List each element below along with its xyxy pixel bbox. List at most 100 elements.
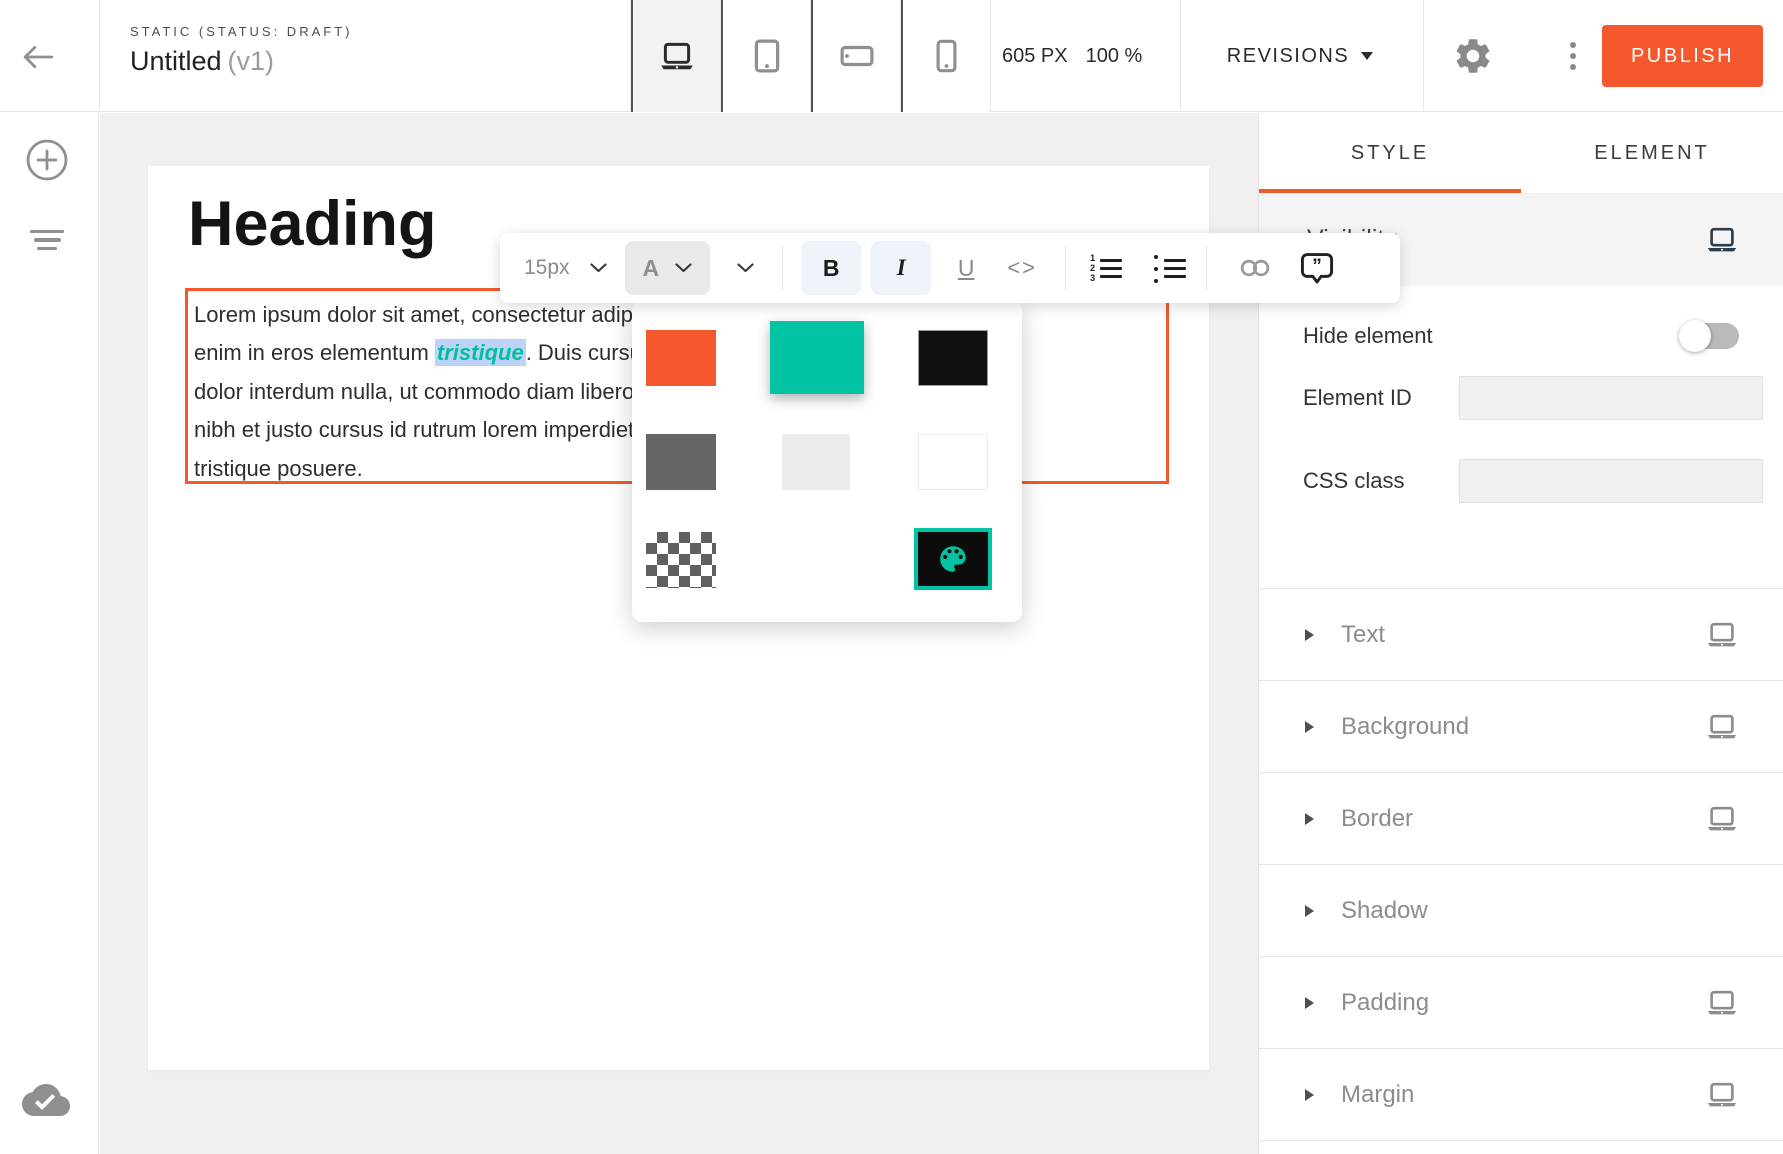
color-swatch-orange[interactable] <box>646 330 716 386</box>
device-scope-icon <box>1705 1082 1739 1108</box>
element-id-row: Element ID <box>1259 375 1783 421</box>
accordion-background[interactable]: Background <box>1259 680 1783 772</box>
chevron-down-icon <box>675 263 692 273</box>
hide-element-toggle[interactable] <box>1681 323 1739 349</box>
chevron-down-icon <box>590 263 607 273</box>
gear-icon <box>1452 35 1494 77</box>
element-id-input[interactable] <box>1459 376 1763 420</box>
accordion-padding[interactable]: Padding <box>1259 956 1783 1048</box>
italic-button[interactable]: I <box>871 241 931 295</box>
device-scope-icon <box>1705 990 1739 1016</box>
back-arrow-icon <box>22 44 54 70</box>
accordion-text[interactable]: Text <box>1259 588 1783 680</box>
accordion-shadow[interactable]: Shadow <box>1259 864 1783 956</box>
accordion-border[interactable]: Border <box>1259 772 1783 864</box>
phone-icon <box>936 39 957 73</box>
tablet-icon <box>754 39 780 73</box>
tab-style[interactable]: STYLE <box>1259 113 1521 193</box>
left-toolbar-rail <box>0 113 99 1154</box>
layers-icon <box>30 230 64 233</box>
save-status-indicator <box>22 1080 70 1116</box>
top-bar: STATIC (STATUS: DRAFT) Untitled(v1) 605 … <box>0 0 1783 112</box>
ordered-list-button[interactable]: 123 <box>1090 253 1122 283</box>
custom-color-swatch[interactable] <box>914 528 992 590</box>
device-tablet-landscape-button[interactable] <box>811 0 901 112</box>
css-class-row: CSS class <box>1259 458 1783 504</box>
document-version: (v1) <box>228 46 275 76</box>
color-swatch-teal-selected[interactable] <box>770 321 864 394</box>
text-color-dropdown[interactable]: A <box>625 241 711 295</box>
laptop-icon <box>658 42 696 71</box>
color-swatch-gray[interactable] <box>646 434 716 490</box>
canvas-dimensions: 605 PX 100 % <box>1002 0 1142 112</box>
document-title: Untitled(v1) <box>130 46 352 77</box>
page-builder-app: STATIC (STATUS: DRAFT) Untitled(v1) 605 … <box>0 0 1783 1154</box>
device-scope-icon <box>1705 622 1739 648</box>
color-swatch-light-gray[interactable] <box>782 434 850 490</box>
color-swatch-white[interactable] <box>918 434 988 490</box>
caret-right-icon <box>1305 629 1314 641</box>
bold-button[interactable]: B <box>801 241 861 295</box>
svg-text:”: ” <box>1312 255 1322 277</box>
device-desktop-button[interactable] <box>631 0 721 112</box>
divider <box>1180 0 1181 112</box>
add-element-button[interactable] <box>24 137 70 183</box>
publish-button[interactable]: PUBLISH <box>1602 25 1763 87</box>
code-button[interactable]: <> <box>999 241 1045 295</box>
element-id-label: Element ID <box>1303 375 1412 421</box>
quote-icon: ” <box>1300 252 1334 285</box>
divider <box>782 246 783 290</box>
document-title-block: STATIC (STATUS: DRAFT) Untitled(v1) <box>130 24 352 77</box>
color-swatch-transparent[interactable] <box>646 532 716 588</box>
device-tablet-button[interactable] <box>721 0 811 112</box>
cloud-check-icon <box>22 1080 70 1120</box>
bullet-list-button[interactable] <box>1154 253 1186 284</box>
accordion-margin[interactable]: Margin <box>1259 1048 1783 1140</box>
chevron-down-icon <box>737 263 754 273</box>
caret-right-icon <box>1305 997 1314 1009</box>
color-picker-popover <box>632 300 1022 622</box>
caret-right-icon <box>1305 813 1314 825</box>
caret-down-icon <box>1361 52 1373 60</box>
css-class-input[interactable] <box>1459 459 1763 503</box>
divider <box>99 0 100 112</box>
caret-right-icon <box>1305 1089 1314 1101</box>
device-preview-switcher <box>630 0 991 112</box>
highlighted-word: tristique <box>435 339 526 366</box>
quote-button[interactable]: ” <box>1297 241 1337 295</box>
font-size-dropdown[interactable]: 15px <box>524 256 607 280</box>
device-phone-button[interactable] <box>901 0 991 112</box>
bullet-list-icon <box>1154 253 1158 284</box>
hide-element-row: Hide element <box>1259 313 1783 359</box>
divider <box>1065 246 1066 290</box>
divider <box>1206 246 1207 290</box>
palette-icon <box>936 542 970 576</box>
revisions-dropdown[interactable]: REVISIONS <box>1200 0 1400 112</box>
color-swatch-black[interactable] <box>918 330 988 386</box>
document-status-label: STATIC (STATUS: DRAFT) <box>130 24 352 39</box>
ordered-list-icon: 123 <box>1090 253 1095 283</box>
tablet-landscape-icon <box>840 45 874 67</box>
plus-circle-icon <box>24 137 70 183</box>
underline-button[interactable]: U <box>945 241 987 295</box>
tab-element[interactable]: ELEMENT <box>1521 113 1783 193</box>
page-heading[interactable]: Heading <box>188 188 437 260</box>
caret-right-icon <box>1305 905 1314 917</box>
canvas-zoom-value: 100 % <box>1086 45 1143 68</box>
more-formats-dropdown[interactable] <box>728 241 762 295</box>
toggle-knob <box>1679 320 1711 352</box>
more-options-button[interactable] <box>1558 33 1588 79</box>
back-button[interactable] <box>22 34 68 80</box>
caret-right-icon <box>1305 721 1314 733</box>
panel-tabs: STYLE ELEMENT <box>1259 113 1783 193</box>
device-scope-icon <box>1705 227 1739 253</box>
device-scope-icon <box>1705 806 1739 832</box>
layers-button[interactable] <box>26 225 68 255</box>
link-icon <box>1238 258 1272 278</box>
divider <box>1259 1140 1783 1141</box>
device-scope-icon <box>1705 714 1739 740</box>
settings-button[interactable] <box>1452 34 1496 78</box>
link-button[interactable] <box>1235 241 1275 295</box>
canvas-width-value: 605 PX <box>1002 45 1068 68</box>
kebab-icon <box>1570 42 1576 48</box>
